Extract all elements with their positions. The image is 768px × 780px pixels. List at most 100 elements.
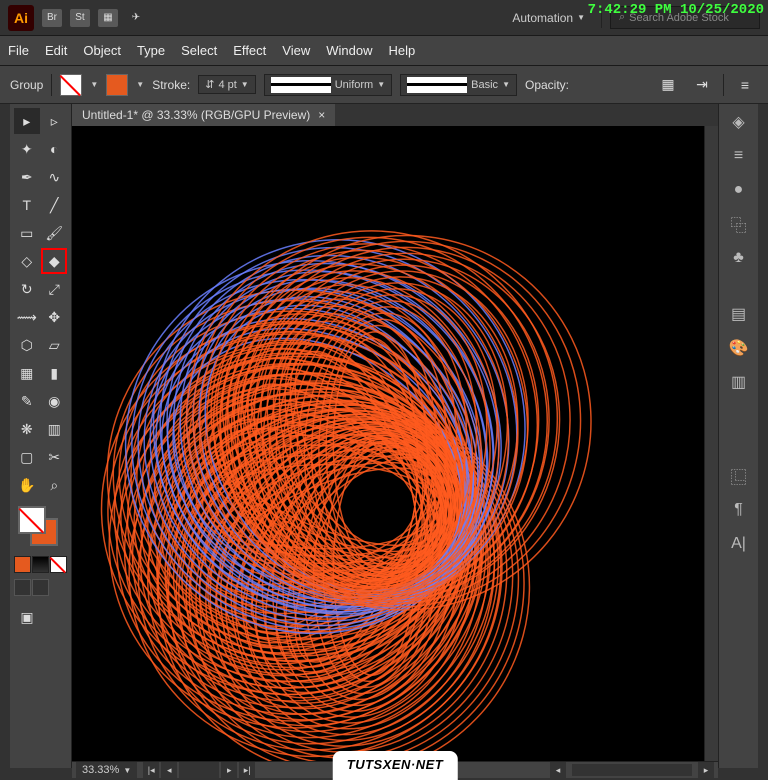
color-mode[interactable] xyxy=(14,556,31,573)
screen-mode[interactable]: ▣ xyxy=(14,604,40,630)
chevron-down-icon[interactable]: ▼ xyxy=(90,80,98,89)
lasso-tool[interactable]: ◐ xyxy=(42,136,68,162)
menu-window[interactable]: Window xyxy=(326,43,372,58)
right-gutter xyxy=(758,104,768,768)
pen-tool[interactable]: ✒ xyxy=(14,164,40,190)
settings-icon[interactable]: ≡ xyxy=(732,72,758,98)
free-transform-tool[interactable]: ✥ xyxy=(42,304,68,330)
rectangle-tool[interactable]: ▭ xyxy=(14,220,40,246)
shaper-tool[interactable]: ◇ xyxy=(14,248,39,274)
bridge-icon[interactable]: Br xyxy=(42,9,62,27)
transform-panel-icon[interactable]: ⇥ xyxy=(689,72,715,98)
menu-file[interactable]: File xyxy=(8,43,29,58)
color-panel-icon[interactable]: 🎨 xyxy=(727,336,751,360)
layers-panel-icon[interactable]: ◈ xyxy=(727,110,751,134)
draw-behind[interactable] xyxy=(32,579,49,596)
stroke-weight-stepper[interactable]: ⇵ 4 pt ▼ xyxy=(198,75,256,94)
last-artboard-button[interactable]: ▸| xyxy=(239,762,255,778)
fill-swatch[interactable] xyxy=(60,74,82,96)
opacity-label[interactable]: Opacity: xyxy=(525,78,569,92)
direct-selection-tool[interactable]: ▹ xyxy=(42,108,68,134)
column-graph-tool[interactable]: ▥ xyxy=(42,416,68,442)
rotate-tool[interactable]: ↻ xyxy=(14,276,40,302)
close-icon[interactable]: × xyxy=(318,108,325,122)
stroke-label[interactable]: Stroke: xyxy=(152,78,190,92)
none-mode[interactable] xyxy=(50,556,67,573)
shape-builder-tool[interactable]: ⬡ xyxy=(14,332,40,358)
curvature-tool[interactable]: ∿ xyxy=(42,164,68,190)
character-panel-icon[interactable]: A| xyxy=(727,532,751,556)
gradient-mode[interactable] xyxy=(32,556,49,573)
tab-title: Untitled-1* @ 33.33% (RGB/GPU Preview) xyxy=(82,108,310,122)
slice-tool[interactable]: ✂ xyxy=(42,444,68,470)
magic-wand-tool[interactable]: ✦ xyxy=(14,136,40,162)
divider xyxy=(51,74,52,96)
fill-stroke-swatches[interactable] xyxy=(14,506,67,550)
brush-dropdown[interactable]: Basic ▼ xyxy=(400,74,517,96)
menu-select[interactable]: Select xyxy=(181,43,217,58)
libraries-panel-icon[interactable]: ⿻ xyxy=(727,212,751,236)
menu-effect[interactable]: Effect xyxy=(233,43,266,58)
eraser-tool[interactable]: ◆ xyxy=(41,248,67,274)
appearance-panel-icon[interactable]: ● xyxy=(727,178,751,202)
menu-edit[interactable]: Edit xyxy=(45,43,67,58)
stroke-panel-icon[interactable]: ≡ xyxy=(727,144,751,168)
menu-help[interactable]: Help xyxy=(388,43,415,58)
workspace: ▸▹ ✦◐ ✒∿ T╱ ▭🖌 ◇◆ ↻⤢ ⟿✥ ⬡▱ ▦▮ ✎◉ ❋▥ ▢✂ ✋… xyxy=(0,104,768,768)
stroke-profile-preview xyxy=(271,77,331,93)
type-tool[interactable]: T xyxy=(14,192,40,218)
document-tab[interactable]: Untitled-1* @ 33.33% (RGB/GPU Preview) × xyxy=(72,104,335,126)
stroke-weight-value: 4 pt xyxy=(218,79,236,91)
align-options-icon[interactable]: ▦ xyxy=(655,72,681,98)
gradient-tool[interactable]: ▮ xyxy=(42,360,68,386)
symbol-sprayer-tool[interactable]: ❋ xyxy=(14,416,40,442)
profile-label: Uniform xyxy=(335,79,374,91)
draw-normal[interactable] xyxy=(14,579,31,596)
line-tool[interactable]: ╱ xyxy=(42,192,68,218)
next-artboard-button[interactable]: ▸ xyxy=(221,762,237,778)
panel-dock: ◈ ≡ ● ⿻ ♣ ▤ 🎨 ▥ ⿺ ¶ A| xyxy=(718,104,758,768)
blend-tool[interactable]: ◉ xyxy=(42,388,68,414)
chevron-down-icon: ▼ xyxy=(241,80,249,89)
arrange-icon[interactable]: ▦ xyxy=(98,9,118,27)
gpu-icon[interactable]: ✈ xyxy=(126,9,146,27)
workspace-switcher[interactable]: Automation ▼ xyxy=(504,7,593,29)
zoom-tool[interactable]: ⌕ xyxy=(42,472,68,498)
menu-object[interactable]: Object xyxy=(83,43,121,58)
zoom-level[interactable]: 33.33% ▼ xyxy=(76,762,137,778)
eyedropper-tool[interactable]: ✎ xyxy=(14,388,40,414)
fill-color-swatch[interactable] xyxy=(18,506,46,534)
scroll-right-button[interactable]: ▸ xyxy=(698,762,714,778)
vertical-scrollbar[interactable] xyxy=(704,126,718,761)
swatches-panel-icon[interactable]: ▤ xyxy=(727,302,751,326)
first-artboard-button[interactable]: |◂ xyxy=(143,762,159,778)
left-gutter xyxy=(0,104,10,768)
stroke-swatch[interactable] xyxy=(106,74,128,96)
scale-tool[interactable]: ⤢ xyxy=(42,276,68,302)
transform-panel-icon[interactable]: ⿺ xyxy=(727,464,751,488)
canvas[interactable] xyxy=(72,126,704,761)
document-tabs: Untitled-1* @ 33.33% (RGB/GPU Preview) × xyxy=(72,104,718,126)
stock-icon[interactable]: St xyxy=(70,9,90,27)
align-panel-icon[interactable]: ¶ xyxy=(727,498,751,522)
menu-view[interactable]: View xyxy=(282,43,310,58)
width-profile-dropdown[interactable]: Uniform ▼ xyxy=(264,74,392,96)
paintbrush-tool[interactable]: 🖌 xyxy=(42,220,68,246)
brush-preview xyxy=(407,77,467,93)
artboard-index[interactable] xyxy=(179,762,219,778)
mesh-tool[interactable]: ▦ xyxy=(14,360,40,386)
symbols-panel-icon[interactable]: ♣ xyxy=(727,246,751,270)
prev-artboard-button[interactable]: ◂ xyxy=(161,762,177,778)
app-logo: Ai xyxy=(8,5,34,31)
menu-type[interactable]: Type xyxy=(137,43,165,58)
perspective-tool[interactable]: ▱ xyxy=(42,332,68,358)
chevron-down-icon: ▼ xyxy=(577,13,585,22)
scroll-left-button[interactable]: ◂ xyxy=(550,762,566,778)
selection-tool[interactable]: ▸ xyxy=(14,108,40,134)
width-tool[interactable]: ⟿ xyxy=(14,304,40,330)
graphic-styles-panel-icon[interactable]: ▥ xyxy=(727,370,751,394)
horizontal-scrollbar[interactable] xyxy=(572,764,692,776)
artboard-tool[interactable]: ▢ xyxy=(14,444,40,470)
chevron-down-icon[interactable]: ▼ xyxy=(136,80,144,89)
hand-tool[interactable]: ✋ xyxy=(14,472,40,498)
